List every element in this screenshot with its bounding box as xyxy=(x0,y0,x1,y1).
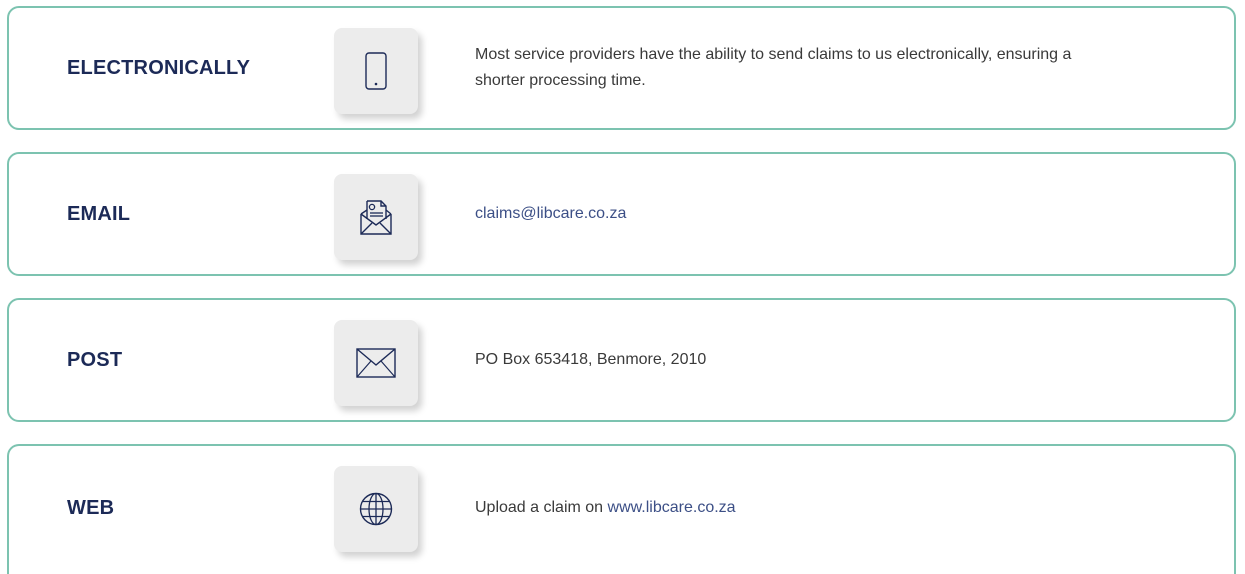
web-link[interactable]: www.libcare.co.za xyxy=(608,499,736,516)
method-label: WEB xyxy=(67,496,115,519)
method-description: Upload a claim on www.libcare.co.za xyxy=(475,446,1115,570)
email-document-icon xyxy=(358,197,394,237)
web-upload-text: Upload a claim on www.libcare.co.za xyxy=(475,495,736,521)
claim-method-card-web: WEB Upload a claim on www.libcare.co.za xyxy=(7,444,1236,574)
claim-method-card-post: POST PO Box 653418, Benmore, 2010 xyxy=(7,298,1236,422)
method-icon-box xyxy=(334,320,418,406)
method-icon-box xyxy=(334,466,418,552)
postal-address-text: PO Box 653418, Benmore, 2010 xyxy=(475,351,707,368)
method-description: Most service providers have the ability … xyxy=(475,8,1115,128)
electronic-description-text: Most service providers have the ability … xyxy=(475,46,1072,89)
method-description: PO Box 653418, Benmore, 2010 xyxy=(475,300,1115,420)
method-label: ELECTRONICALLY xyxy=(67,56,251,79)
method-label: EMAIL xyxy=(67,202,131,225)
method-description: claims@libcare.co.za xyxy=(475,154,1115,274)
envelope-icon xyxy=(356,348,396,378)
method-icon-box xyxy=(334,28,418,114)
method-label: POST xyxy=(67,348,123,371)
email-link[interactable]: claims@libcare.co.za xyxy=(475,201,626,227)
method-icon-box xyxy=(334,174,418,260)
globe-icon xyxy=(359,492,393,526)
mobile-phone-icon xyxy=(365,52,387,90)
web-upload-prefix: Upload a claim on xyxy=(475,499,608,516)
claim-method-card-email: EMAIL claims@libcare.co.za xyxy=(7,152,1236,276)
claim-method-card-electronically: ELECTRONICALLY Most service providers ha… xyxy=(7,6,1236,130)
